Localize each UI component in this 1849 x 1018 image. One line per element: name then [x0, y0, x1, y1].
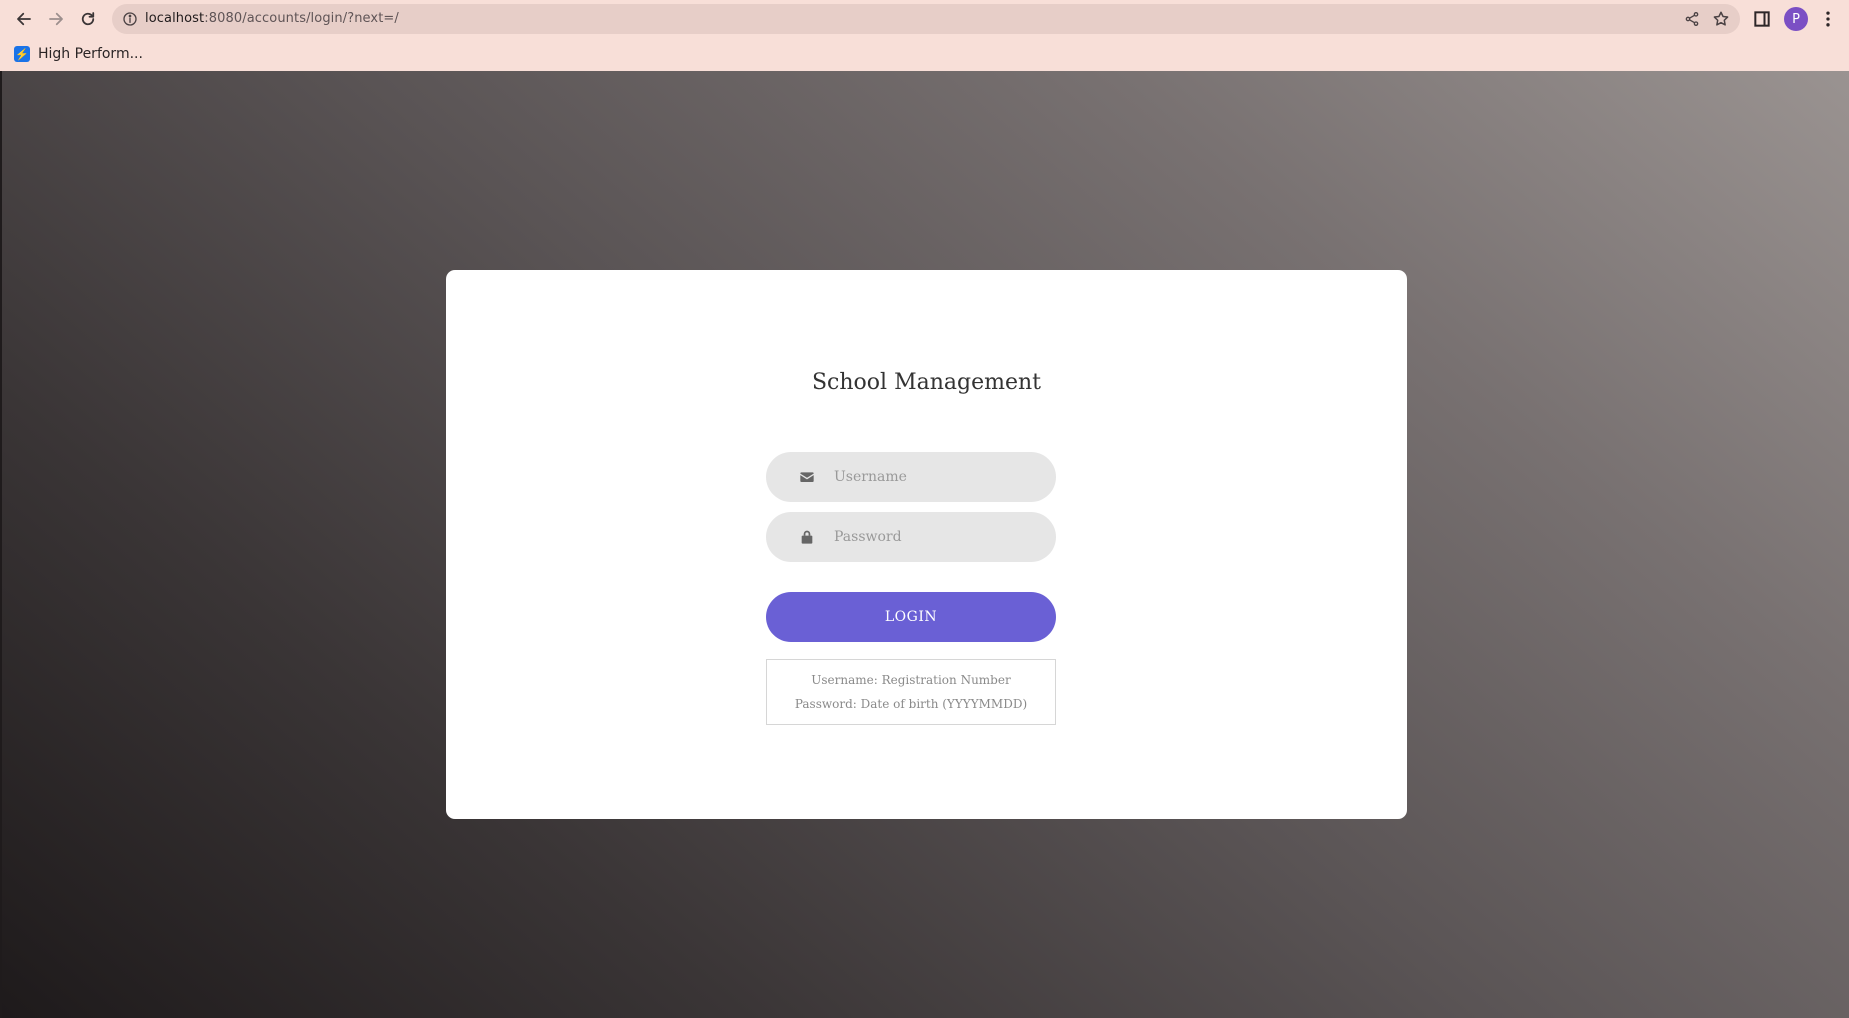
profile-avatar[interactable]: P [1784, 7, 1808, 31]
envelope-icon [800, 472, 814, 482]
browser-chrome: localhost:8080/accounts/login/?next=/ P … [0, 0, 1849, 71]
bookmark-label: High Perform... [38, 46, 143, 62]
login-button[interactable]: LOGIN [766, 592, 1056, 642]
bookmarks-bar: ⚡ High Perform... [0, 38, 1849, 71]
url-host: localhost [145, 11, 205, 26]
lock-icon [801, 530, 813, 544]
login-card: School Management LOGIN Username: Regist… [446, 270, 1407, 819]
forward-arrow-icon [49, 12, 63, 26]
back-button[interactable] [9, 4, 39, 34]
back-arrow-icon [17, 12, 31, 26]
site-info-icon[interactable] [122, 11, 138, 27]
hint-password: Password: Date of birth (YYYYMMDD) [794, 697, 1028, 711]
side-panel-icon[interactable] [1752, 9, 1772, 29]
kebab-menu-icon[interactable] [1818, 8, 1838, 30]
browser-toolbar: localhost:8080/accounts/login/?next=/ P [0, 0, 1849, 38]
login-hint-box: Username: Registration Number Password: … [766, 659, 1056, 725]
url-path: :8080/accounts/login/?next=/ [204, 11, 399, 26]
address-bar[interactable]: localhost:8080/accounts/login/?next=/ [112, 4, 1740, 34]
page-background: School Management LOGIN Username: Regist… [2, 71, 1849, 1018]
password-input[interactable] [834, 512, 1044, 562]
reload-button[interactable] [73, 4, 103, 34]
share-icon[interactable] [1684, 11, 1700, 27]
page-title: School Management [811, 370, 1041, 395]
forward-button[interactable] [41, 4, 71, 34]
bookmark-star-icon[interactable] [1712, 10, 1730, 28]
url-text[interactable]: localhost:8080/accounts/login/?next=/ [145, 11, 399, 26]
password-field[interactable] [766, 512, 1056, 562]
username-field[interactable] [766, 452, 1056, 502]
bookmark-item[interactable]: ⚡ High Perform... [14, 42, 143, 66]
username-input[interactable] [834, 452, 1044, 502]
lightning-icon: ⚡ [14, 46, 30, 62]
reload-icon [81, 12, 95, 26]
hint-username: Username: Registration Number [811, 673, 1011, 687]
